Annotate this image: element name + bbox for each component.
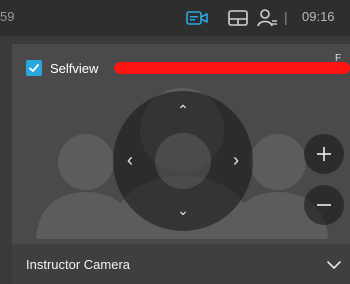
tilt-down-icon[interactable]: ⌄ — [174, 203, 192, 217]
zoom-out-button[interactable] — [304, 185, 344, 225]
minus-icon — [317, 204, 331, 206]
plus-icon — [317, 147, 331, 161]
top-status-bar: 59 | 09:16 — [0, 0, 350, 36]
pan-right-icon[interactable]: › — [227, 151, 245, 169]
selfview-toggle[interactable]: Selfview — [26, 58, 98, 78]
tilt-up-icon[interactable]: ⌃ — [174, 103, 192, 117]
status-separator: | — [284, 9, 288, 25]
chevron-down-icon — [327, 261, 341, 269]
pan-left-icon[interactable]: ‹ — [121, 151, 139, 169]
camera-select-label: Instructor Camera — [26, 257, 131, 272]
pan-tilt-joystick[interactable]: ⌃ ⌄ ‹ › — [113, 91, 253, 231]
redaction-bar — [114, 62, 350, 74]
selfview-label: Selfview — [50, 60, 99, 76]
layout-icon[interactable] — [227, 8, 249, 28]
checkmark-icon — [29, 64, 39, 72]
participants-icon[interactable] — [256, 8, 278, 28]
redaction-tail-text: F — [335, 53, 342, 64]
camera-select-dropdown[interactable]: Instructor Camera — [12, 244, 350, 284]
joystick-center — [155, 133, 211, 189]
clock-time: 09:16 — [302, 9, 335, 24]
camera-share-icon[interactable] — [186, 8, 208, 28]
status-fragment: 59 — [0, 9, 15, 24]
zoom-in-button[interactable] — [304, 134, 344, 174]
camera-control-panel: Selfview F ⌃ ⌄ ‹ › Instructor Camera — [12, 44, 350, 284]
selfview-preview: Selfview F ⌃ ⌄ ‹ › — [12, 44, 350, 239]
selfview-checkbox[interactable] — [26, 60, 42, 76]
